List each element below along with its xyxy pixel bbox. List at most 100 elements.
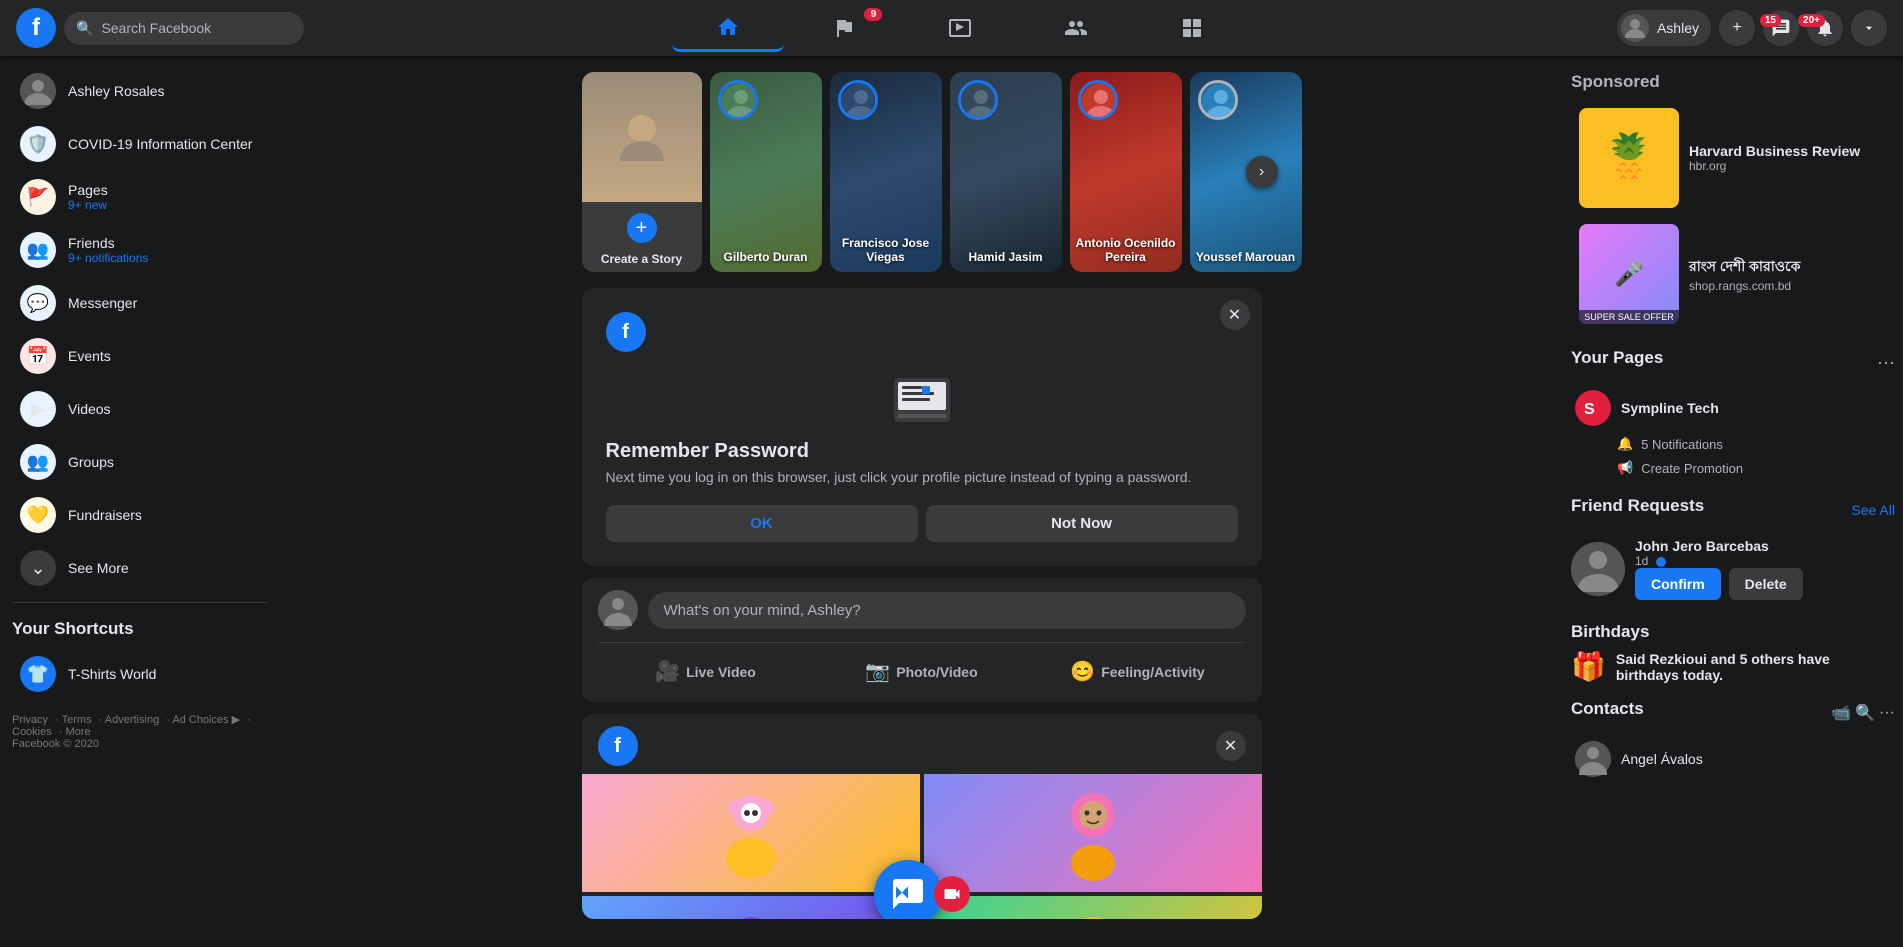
story-hamid[interactable]: Hamid Jasim (950, 72, 1062, 272)
messenger-label: Messenger (68, 295, 137, 311)
footer-more[interactable]: More (66, 726, 91, 738)
sympline-promo-label: Create Promotion (1641, 461, 1743, 476)
sidebar-item-videos[interactable]: ▶ Videos (8, 383, 272, 435)
post-actions: 🎥 Live Video 📷 Photo/Video 😊 Feeling/Act… (598, 642, 1246, 690)
sympline-promo[interactable]: 📢 Create Promotion (1571, 456, 1895, 480)
sidebar-covid-label: COVID-19 Information Center (68, 136, 252, 152)
dropdown-button[interactable] (1851, 10, 1887, 46)
bell-icon: 🔔 (1617, 436, 1633, 452)
facebook-logo[interactable]: f (16, 8, 56, 48)
sidebar-item-friends[interactable]: 👥 Friends 9+ notifications (8, 224, 272, 276)
feeling-icon: 😊 (1070, 659, 1095, 684)
photo-label: Photo/Video (896, 664, 977, 680)
svg-text:S: S (1584, 401, 1595, 418)
covid-icon: 🛡️ (20, 126, 56, 162)
friend-requests-section: Friend Requests See All John Jero Barceb… (1571, 496, 1895, 606)
confirm-button[interactable]: Confirm (1635, 568, 1721, 600)
live-video-button[interactable]: 🎥 Live Video (598, 653, 814, 690)
footer-advertising[interactable]: Advertising (105, 714, 159, 726)
footer: Privacy · Terms · Advertising · Ad Choic… (0, 701, 280, 762)
messenger-icon: 💬 (20, 285, 56, 321)
sidebar-item-user[interactable]: Ashley Rosales (8, 65, 272, 117)
sidebar-item-events[interactable]: 📅 Events (8, 330, 272, 382)
page-sympline[interactable]: S Sympline Tech (1571, 384, 1895, 432)
story-plus-button[interactable]: + (624, 210, 660, 246)
ad-hbr-info: Harvard Business Review hbr.org (1689, 108, 1860, 208)
story-antonio[interactable]: Antonio Ocenildo Pereira (1070, 72, 1182, 272)
sidebar: Ashley Rosales 🛡️ COVID-19 Information C… (0, 56, 280, 947)
friend-requests-header: Friend Requests See All (1571, 496, 1895, 524)
remember-password-dialog: f ✕ Remember Password Next time you log … (582, 288, 1262, 566)
sidebar-item-groups[interactable]: 👥 Groups (8, 436, 272, 488)
tshirts-icon: 👕 (20, 656, 56, 692)
fr-info-john: John Jero Barcebas 1d Confirm Delete (1635, 538, 1895, 600)
user-chip[interactable]: Ashley (1617, 10, 1711, 46)
sympline-name: Sympline Tech (1621, 400, 1719, 416)
friend-requests-title: Friend Requests (1571, 496, 1704, 516)
messenger-button[interactable]: 15 (1763, 10, 1799, 46)
notifications-button[interactable]: 20+ (1807, 10, 1843, 46)
dialog-close-button[interactable]: ✕ (1220, 300, 1250, 330)
create-story-card[interactable]: + Create a Story (582, 72, 702, 272)
delete-button[interactable]: Delete (1729, 568, 1803, 600)
search-input[interactable] (101, 20, 292, 36)
ad-rangs[interactable]: SUPER SALE OFFER 🎤 রাংস দেশী কারাওকে sho… (1571, 216, 1895, 332)
seemore-icon: ⌄ (20, 550, 56, 586)
more-contacts-button[interactable]: ··· (1879, 703, 1895, 723)
ad-hbr[interactable]: 🍍 Harvard Business Review hbr.org (1571, 100, 1895, 216)
fr-actions-john: Confirm Delete (1635, 568, 1895, 600)
nav-menu-button[interactable] (1136, 4, 1248, 52)
sidebar-item-pages[interactable]: 🚩 Pages 9+ new (8, 171, 272, 223)
rooms-card-header: f ✕ (582, 714, 1262, 774)
right-panel: Sponsored 🍍 Harvard Business Review hbr.… (1563, 56, 1903, 947)
sidebar-item-covid[interactable]: 🛡️ COVID-19 Information Center (8, 118, 272, 170)
search-contacts-button[interactable]: 🔍 (1855, 703, 1875, 723)
story-francisco[interactable]: Francisco Jose Viegas (830, 72, 942, 272)
ok-button[interactable]: OK (606, 505, 918, 542)
dialog-desc: Next time you log in on this browser, ju… (606, 469, 1238, 485)
not-now-button[interactable]: Not Now (926, 505, 1238, 542)
nav-watch-button[interactable] (904, 4, 1016, 52)
footer-privacy[interactable]: Privacy (12, 714, 48, 726)
nav-home-button[interactable] (672, 4, 784, 52)
dialog-fb-icon: f (606, 312, 646, 352)
footer-cookies[interactable]: Cookies (12, 726, 52, 738)
rooms-close-button[interactable]: ✕ (1216, 731, 1246, 761)
contact-name-angel: Angel Ávalos (1621, 751, 1703, 767)
see-all-link[interactable]: See All (1851, 502, 1895, 518)
events-icon: 📅 (20, 338, 56, 374)
sidebar-shortcut-tshirts[interactable]: 👕 T-Shirts World (8, 648, 272, 700)
dialog-buttons: OK Not Now (606, 505, 1238, 542)
nav-groups-button[interactable] (1020, 4, 1132, 52)
story-gilberto[interactable]: Gilberto Duran (710, 72, 822, 272)
pages-icon: 🚩 (20, 179, 56, 215)
sympline-notifications[interactable]: 🔔 5 Notifications (1571, 432, 1895, 456)
photo-video-button[interactable]: 📷 Photo/Video (814, 653, 1030, 690)
search-bar[interactable]: 🔍 (64, 12, 304, 45)
sidebar-user-text: Ashley Rosales (68, 83, 165, 99)
pages-badge: 9 (864, 8, 882, 21)
sponsored-section: Sponsored 🍍 Harvard Business Review hbr.… (1571, 72, 1895, 332)
footer-adchoices[interactable]: Ad Choices ▶ (172, 714, 240, 726)
new-contact-button[interactable]: 📹 (1831, 703, 1851, 723)
footer-terms[interactable]: Terms (62, 714, 92, 726)
story-next-button[interactable]: › (1246, 156, 1278, 188)
videos-label: Videos (68, 401, 111, 417)
your-pages-more-button[interactable]: ··· (1877, 352, 1895, 373)
nav-pages-button[interactable]: 9 (788, 4, 900, 52)
ad-rangs-image: SUPER SALE OFFER 🎤 (1579, 224, 1679, 324)
story-name-hamid: Hamid Jasim (956, 250, 1056, 264)
sidebar-item-seemore[interactable]: ⌄ See More (8, 542, 272, 594)
post-input[interactable]: What's on your mind, Ashley? (648, 592, 1246, 629)
feeling-button[interactable]: 😊 Feeling/Activity (1030, 653, 1246, 690)
video-call-icon (934, 876, 970, 912)
rooms-image-bl (582, 896, 920, 919)
pages-text: Pages 9+ new (68, 182, 108, 212)
rooms-image-br (924, 896, 1262, 919)
contact-angel[interactable]: Angel Ávalos (1571, 735, 1895, 783)
story-name-francisco: Francisco Jose Viegas (836, 236, 936, 264)
sidebar-item-fundraisers[interactable]: 💛 Fundraisers (8, 489, 272, 541)
sidebar-item-messenger[interactable]: 💬 Messenger (8, 277, 272, 329)
stories-row: + Create a Story Gilberto Duran Fr (582, 72, 1262, 272)
add-button[interactable]: + (1719, 10, 1755, 46)
